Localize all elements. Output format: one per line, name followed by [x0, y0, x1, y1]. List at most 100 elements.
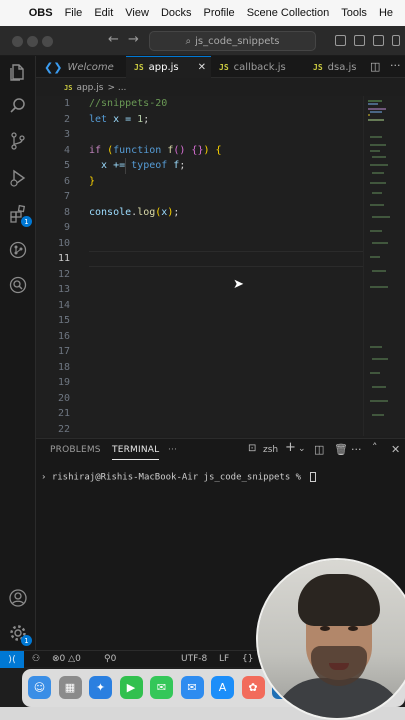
extensions-icon[interactable]: 1	[8, 204, 32, 227]
extensions-badge: 1	[21, 216, 32, 227]
minimap-line	[372, 242, 388, 244]
accounts-icon[interactable]	[8, 588, 28, 608]
command-center-search[interactable]: ⌕ js_code_snippets	[149, 31, 316, 51]
language-mode-indicator[interactable]: {}	[242, 654, 253, 664]
tab-callback-js[interactable]: JS callback.js	[211, 56, 305, 78]
minimap-line	[368, 100, 382, 102]
panel-more-actions-icon[interactable]: ···	[351, 443, 362, 456]
terminal-dropdown-icon[interactable]: ⌄	[298, 444, 306, 454]
explorer-icon[interactable]	[8, 62, 28, 82]
code-line[interactable]: 4 if (function f() {}) {	[36, 143, 363, 159]
maximize-window-button[interactable]	[42, 36, 53, 47]
git-sync-icon[interactable]: ⚇	[32, 654, 40, 664]
minimap-line	[370, 111, 382, 113]
tab-dsa-js[interactable]: JS dsa.js	[305, 56, 365, 78]
code-line[interactable]: 7	[36, 189, 363, 205]
tab-app-js[interactable]: JS app.js ✕	[126, 56, 211, 78]
appstore-icon[interactable]: A	[211, 676, 234, 699]
code-line[interactable]: 20	[36, 391, 363, 407]
run-debug-icon[interactable]	[8, 168, 28, 188]
split-terminal-icon[interactable]: ◫	[314, 443, 324, 456]
macos-menubar: OBS File Edit View Docks Profile Scene C…	[0, 0, 405, 26]
terminal-output[interactable]: › rishiraj@Rishis-MacBook-Air js_code_sn…	[41, 472, 316, 483]
js-file-icon: JS	[64, 83, 73, 92]
encoding-indicator[interactable]: UTF-8	[181, 654, 207, 664]
menu-file[interactable]: File	[65, 7, 83, 19]
remote-indicator-icon[interactable]: ⟩⟨	[0, 651, 24, 668]
panel-more-tabs[interactable]: ···	[168, 445, 177, 455]
eol-indicator[interactable]: LF	[219, 654, 229, 664]
code-line[interactable]: 18	[36, 360, 363, 376]
terminal-prompt-arrow: ›	[41, 472, 47, 483]
code-line[interactable]: 10	[36, 236, 363, 252]
menu-help-partial[interactable]: He	[379, 7, 393, 19]
breadcrumb-file[interactable]: app.js	[76, 83, 103, 93]
code-line[interactable]: 5 x += typeof f;	[36, 158, 363, 174]
more-actions-icon[interactable]: ···	[390, 59, 401, 72]
code-line[interactable]: 12	[36, 267, 363, 283]
close-window-button[interactable]	[12, 36, 23, 47]
menu-profile[interactable]: Profile	[204, 7, 235, 19]
ports-indicator[interactable]: ⚲0	[104, 654, 116, 664]
maximize-panel-icon[interactable]: ˄	[372, 441, 378, 454]
toggle-secondary-sidebar-icon[interactable]	[373, 35, 384, 46]
line-number: 9	[63, 222, 70, 234]
code-editor[interactable]: ➤ 1//snippets-20 2 let x = 1; 3 4 if (functio…	[36, 96, 363, 436]
manage-gear-icon[interactable]: 1	[8, 623, 32, 646]
source-control-icon[interactable]	[8, 131, 28, 151]
launchpad-icon[interactable]: ▦	[58, 676, 82, 699]
code-line[interactable]: 16	[36, 329, 363, 345]
search-view-icon[interactable]	[8, 96, 28, 116]
menu-edit[interactable]: Edit	[94, 7, 113, 19]
tab-welcome[interactable]: ❮❯ Welcome	[36, 56, 126, 78]
minimize-window-button[interactable]	[27, 36, 38, 47]
code-line[interactable]: 1 //snippets-20	[36, 96, 363, 112]
menu-docks[interactable]: Docks	[161, 7, 192, 19]
minimap[interactable]	[363, 96, 405, 436]
menu-tools[interactable]: Tools	[341, 7, 367, 19]
menu-scene-collection[interactable]: Scene Collection	[247, 7, 330, 19]
code-line[interactable]: 2 let x = 1;	[36, 112, 363, 128]
forward-arrow-icon[interactable]: →	[128, 32, 139, 47]
code-line[interactable]: 21	[36, 406, 363, 422]
remote-explorer-icon[interactable]	[8, 275, 28, 295]
terminal-shell-name[interactable]: zsh	[263, 445, 278, 455]
safari-icon[interactable]: ✦	[89, 676, 112, 699]
code-line[interactable]: 22	[36, 422, 363, 438]
problems-indicator[interactable]: ⊗0 △0	[52, 654, 81, 664]
code-line[interactable]: 15	[36, 313, 363, 329]
new-terminal-icon[interactable]: +	[285, 440, 296, 455]
split-editor-icon[interactable]: ◫	[370, 60, 380, 73]
customize-layout-icon[interactable]	[392, 35, 400, 46]
close-panel-icon[interactable]: ✕	[391, 443, 400, 456]
toggle-panel-icon[interactable]	[354, 35, 365, 46]
code-line[interactable]: 13	[36, 282, 363, 298]
command-center-label: js_code_snippets	[195, 35, 280, 47]
code-line[interactable]: 6}	[36, 174, 363, 190]
code-line[interactable]: 14	[36, 298, 363, 314]
code-line[interactable]: 8 console.log(x);	[36, 205, 363, 221]
minimap-line	[368, 108, 386, 110]
facetime-icon[interactable]: ▶	[119, 676, 143, 699]
finder-icon[interactable]: ☺	[28, 676, 51, 699]
back-arrow-icon[interactable]: ←	[108, 32, 119, 47]
close-tab-icon[interactable]: ✕	[198, 62, 206, 73]
git-graph-icon[interactable]	[8, 240, 28, 260]
minimap-line	[372, 270, 386, 272]
minimap-line	[372, 192, 382, 194]
code-token: ;	[179, 160, 186, 172]
toggle-sidebar-icon[interactable]	[335, 35, 346, 46]
code-line[interactable]: 9	[36, 220, 363, 236]
menu-view[interactable]: View	[125, 7, 149, 19]
tab-problems[interactable]: PROBLEMS	[50, 445, 101, 455]
code-line[interactable]: 11	[36, 251, 363, 267]
messages-icon[interactable]: ✉	[150, 676, 173, 699]
tab-terminal[interactable]: TERMINAL	[112, 445, 160, 460]
mail-icon[interactable]: ✉	[180, 676, 204, 699]
kill-terminal-icon[interactable]: 🗑	[334, 443, 348, 456]
code-line[interactable]: 17	[36, 344, 363, 360]
code-token: log	[137, 206, 156, 218]
code-line[interactable]: 3	[36, 127, 363, 143]
menu-app-name[interactable]: OBS	[29, 7, 53, 19]
code-line[interactable]: 19	[36, 375, 363, 391]
